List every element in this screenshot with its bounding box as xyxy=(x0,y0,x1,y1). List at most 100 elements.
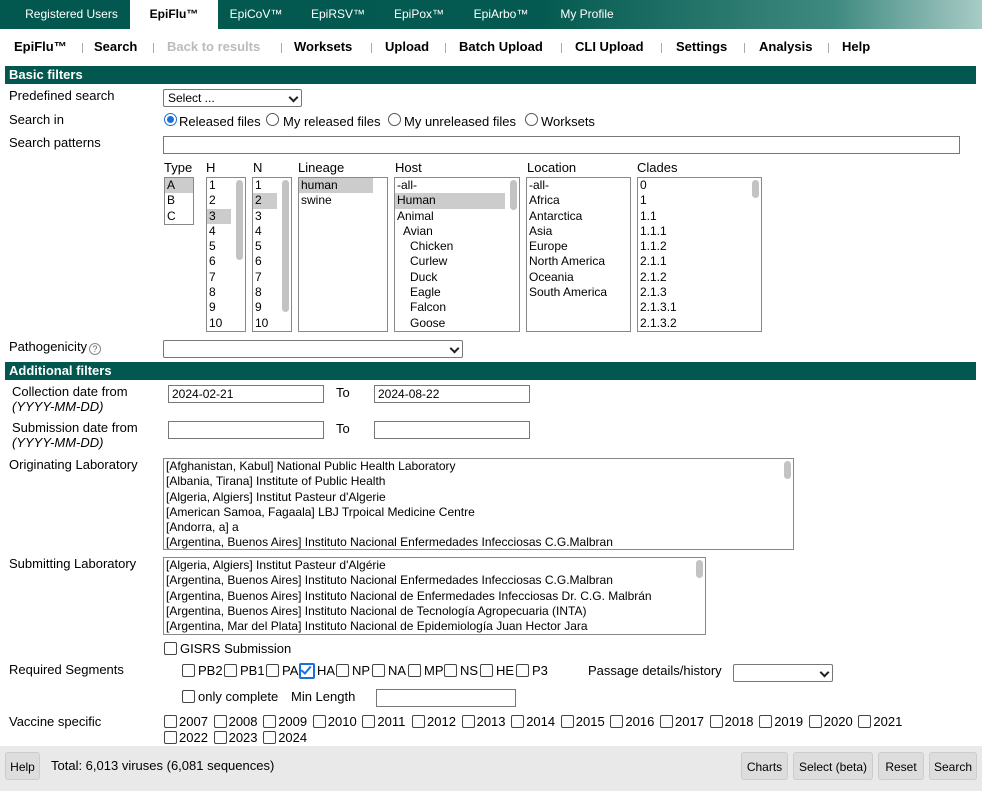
nav-worksets[interactable]: Worksets xyxy=(294,33,352,61)
search-button[interactable]: Search xyxy=(929,752,977,780)
scrollbar-thumb[interactable] xyxy=(510,180,517,210)
segment-np-checkbox[interactable] xyxy=(336,664,349,677)
list-item[interactable]: 1.1.1 xyxy=(638,224,761,239)
charts-button[interactable]: Charts xyxy=(741,752,788,780)
scrollbar-thumb[interactable] xyxy=(696,560,703,578)
list-item[interactable]: 2.1.1 xyxy=(638,254,761,269)
vaccine-year-2012-checkbox[interactable] xyxy=(412,715,425,728)
list-item[interactable]: 10 xyxy=(253,316,291,331)
segment-he-checkbox[interactable] xyxy=(480,664,493,677)
list-item[interactable]: 10 xyxy=(207,316,245,331)
location-listbox[interactable]: -all- Africa Antarctica Asia Europe Nort… xyxy=(526,177,631,332)
radio-released-files[interactable] xyxy=(164,113,177,126)
vaccine-year-2014-checkbox[interactable] xyxy=(511,715,525,728)
vaccine-year-2020-checkbox[interactable] xyxy=(808,715,822,728)
vaccine-year-2017-checkbox[interactable] xyxy=(660,715,673,728)
list-item[interactable]: 1.1.2 xyxy=(638,239,761,254)
nav-help[interactable]: Help xyxy=(842,33,870,61)
vaccine-year-2018-checkbox[interactable] xyxy=(709,715,723,728)
list-item[interactable]: Antarctica xyxy=(527,209,630,224)
list-item[interactable]: Eagle xyxy=(395,285,519,300)
list-item[interactable]: human xyxy=(299,178,373,194)
list-item[interactable]: Human xyxy=(395,193,505,209)
tab-epiarbo[interactable]: EpiArbo™ xyxy=(458,0,544,29)
nav-search[interactable]: Search xyxy=(94,33,137,61)
nav-upload[interactable]: Upload xyxy=(385,33,429,61)
segment-ha-checkbox[interactable] xyxy=(299,663,315,679)
list-item[interactable]: [Afghanistan, Kabul] National Public Hea… xyxy=(164,459,793,474)
scrollbar-thumb[interactable] xyxy=(784,461,791,479)
list-item[interactable]: 2.1.3.1 xyxy=(638,300,761,315)
tab-registered-users[interactable]: Registered Users xyxy=(13,0,130,29)
n-listbox[interactable]: 1 2 3 4 5 6 7 8 9 10 xyxy=(252,177,292,332)
list-item[interactable]: Avian xyxy=(395,224,519,239)
tab-epirsv[interactable]: EpiRSV™ xyxy=(296,0,380,29)
list-item[interactable]: B xyxy=(165,193,193,208)
submitting-lab-listbox[interactable]: [Algeria, Algiers] Institut Pasteur d'Al… xyxy=(163,557,706,635)
list-item[interactable]: Europe xyxy=(527,239,630,254)
list-item[interactable]: 2.1.3.2 xyxy=(638,316,761,331)
radio-worksets[interactable] xyxy=(525,113,538,126)
vaccine-year-2024-checkbox[interactable] xyxy=(263,731,277,744)
collection-date-to-input[interactable] xyxy=(374,385,530,403)
vaccine-year-2021-checkbox[interactable] xyxy=(858,715,872,728)
list-item[interactable]: -all- xyxy=(527,178,630,193)
vaccine-year-2013-checkbox[interactable] xyxy=(461,715,475,728)
only-complete-checkbox[interactable] xyxy=(182,690,195,703)
segment-pb1-checkbox[interactable] xyxy=(224,664,237,677)
list-item[interactable]: 2 xyxy=(253,193,277,209)
radio-my-released-files[interactable] xyxy=(266,113,279,126)
collection-date-from-input[interactable] xyxy=(168,385,324,403)
vaccine-year-2011-checkbox[interactable] xyxy=(362,715,376,728)
nav-epiflu[interactable]: EpiFlu™ xyxy=(14,33,67,61)
clades-listbox[interactable]: 0 1 1.1 1.1.1 1.1.2 2.1.1 2.1.2 2.1.3 2.… xyxy=(637,177,762,332)
nav-settings[interactable]: Settings xyxy=(676,33,727,61)
list-item[interactable]: [Argentina, Buenos Aires] Instituto Naci… xyxy=(164,535,793,549)
tab-my-profile[interactable]: My Profile xyxy=(544,0,630,29)
nav-batch-upload[interactable]: Batch Upload xyxy=(459,33,543,61)
help-question-icon[interactable]: ? xyxy=(89,343,102,355)
segment-ns-checkbox[interactable] xyxy=(444,664,457,677)
tab-epicov[interactable]: EpiCoV™ xyxy=(218,0,294,29)
vaccine-year-2009-checkbox[interactable] xyxy=(263,715,277,728)
type-listbox[interactable]: A B C xyxy=(164,177,194,225)
list-item[interactable]: 7 xyxy=(207,270,245,285)
list-item[interactable]: North America xyxy=(527,254,630,269)
host-listbox[interactable]: -all- Human Animal Avian Chicken Curlew … xyxy=(394,177,520,332)
list-item[interactable]: [American Samoa, Fagaala] LBJ Trpoical M… xyxy=(164,505,793,520)
scrollbar-thumb[interactable] xyxy=(236,180,243,260)
list-item[interactable]: [Argentina, Mar del Plata] Instituto Nac… xyxy=(164,619,705,634)
list-item[interactable]: South America xyxy=(527,285,630,300)
list-item[interactable]: C xyxy=(165,209,193,224)
predefined-search-select[interactable]: Select ... xyxy=(163,89,302,107)
tab-epiflu[interactable]: EpiFlu™ xyxy=(130,0,218,29)
list-item[interactable]: Curlew xyxy=(395,254,519,269)
list-item[interactable]: [Algeria, Algiers] Institut Pasteur d'Al… xyxy=(164,558,705,573)
list-item[interactable]: A xyxy=(165,178,193,194)
list-item[interactable]: -all- xyxy=(395,178,519,193)
segment-na-checkbox[interactable] xyxy=(372,664,385,677)
list-item[interactable]: [Argentina, Buenos Aires] Instituto Naci… xyxy=(164,589,705,604)
list-item[interactable]: Goose xyxy=(395,316,519,331)
list-item[interactable]: [Andorra, a] a xyxy=(164,520,793,535)
list-item[interactable]: Falcon xyxy=(395,300,519,315)
list-item[interactable]: Chicken xyxy=(395,239,519,254)
tab-epipox[interactable]: EpiPox™ xyxy=(380,0,458,29)
vaccine-year-2016-checkbox[interactable] xyxy=(610,715,624,728)
list-item[interactable]: 9 xyxy=(207,300,245,315)
list-item[interactable]: [Argentina, Buenos Aires] Instituto Naci… xyxy=(164,604,705,619)
originating-lab-listbox[interactable]: [Afghanistan, Kabul] National Public Hea… xyxy=(163,458,794,550)
segment-p3-checkbox[interactable] xyxy=(516,664,529,677)
list-item[interactable]: [Algeria, Algiers] Institut Pasteur d'Al… xyxy=(164,490,793,505)
segment-mp-checkbox[interactable] xyxy=(408,664,421,677)
pathogenicity-select[interactable] xyxy=(163,340,463,358)
vaccine-year-2023-checkbox[interactable] xyxy=(213,731,227,744)
list-item[interactable]: Duck xyxy=(395,270,519,285)
vaccine-year-2008-checkbox[interactable] xyxy=(213,715,227,728)
lineage-listbox[interactable]: human swine xyxy=(298,177,388,332)
search-patterns-input[interactable] xyxy=(163,136,960,154)
list-item[interactable]: Africa xyxy=(527,193,630,208)
gisrs-checkbox[interactable] xyxy=(164,642,177,655)
list-item[interactable]: 2.1.2 xyxy=(638,270,761,285)
nav-analysis[interactable]: Analysis xyxy=(759,33,812,61)
